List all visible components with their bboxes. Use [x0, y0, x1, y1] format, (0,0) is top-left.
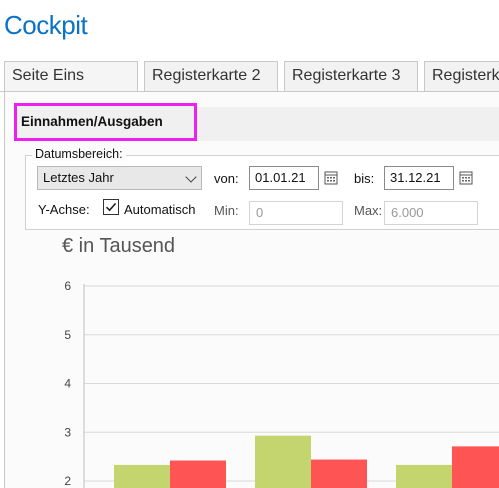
- min-label: Min:: [214, 203, 239, 218]
- auto-checkbox[interactable]: [103, 199, 119, 215]
- calendar-icon: [459, 171, 473, 185]
- chart-title: € in Tausend: [62, 235, 176, 257]
- from-date-field[interactable]: 01.01.21: [249, 166, 319, 190]
- app-title: Cockpit: [4, 10, 88, 40]
- to-label: bis:: [354, 171, 375, 186]
- y-tick-label: 2: [64, 474, 71, 488]
- y-tick-label: 5: [64, 328, 71, 342]
- bar: [452, 446, 499, 488]
- section-title[interactable]: Einnahmen/Ausgaben: [14, 103, 197, 141]
- bar: [114, 464, 170, 488]
- bar: [255, 435, 311, 488]
- from-calendar-button[interactable]: [321, 167, 341, 189]
- y-axis-label: Y-Achse:: [38, 202, 90, 217]
- from-label: von:: [214, 171, 239, 186]
- bar: [396, 464, 452, 488]
- tab-registerkarte-2[interactable]: Registerkarte 2: [144, 61, 278, 91]
- checkmark-icon: [105, 202, 117, 212]
- auto-checkbox-label[interactable]: Automatisch: [124, 202, 196, 217]
- tab-seite-eins[interactable]: Seite Eins: [4, 61, 138, 91]
- range-select-value: Letztes Jahr: [43, 170, 114, 185]
- y-tick-label: 3: [64, 425, 71, 439]
- calendar-icon: [324, 171, 338, 185]
- max-label: Max:: [354, 203, 383, 218]
- chevron-down-icon: [185, 171, 197, 183]
- max-field[interactable]: 6.000: [384, 201, 478, 225]
- bar: [311, 459, 367, 488]
- min-field[interactable]: 0: [249, 201, 343, 225]
- date-range-legend: Datumsbereich:: [32, 147, 126, 161]
- bar: [170, 460, 226, 488]
- range-select[interactable]: Letztes Jahr: [37, 166, 202, 190]
- to-calendar-button[interactable]: [456, 167, 476, 189]
- tab-registerkarte-4[interactable]: Registerk: [424, 61, 499, 91]
- to-date-field[interactable]: 31.12.21: [384, 166, 454, 190]
- y-tick-label: 4: [64, 377, 71, 391]
- tab-registerkarte-3[interactable]: Registerkarte 3: [284, 61, 418, 91]
- bar-chart: 6 5 4 3 2: [64, 279, 499, 488]
- tab-strip: Seite Eins Registerkarte 2 Registerkarte…: [0, 61, 499, 92]
- y-tick-label: 6: [64, 279, 71, 293]
